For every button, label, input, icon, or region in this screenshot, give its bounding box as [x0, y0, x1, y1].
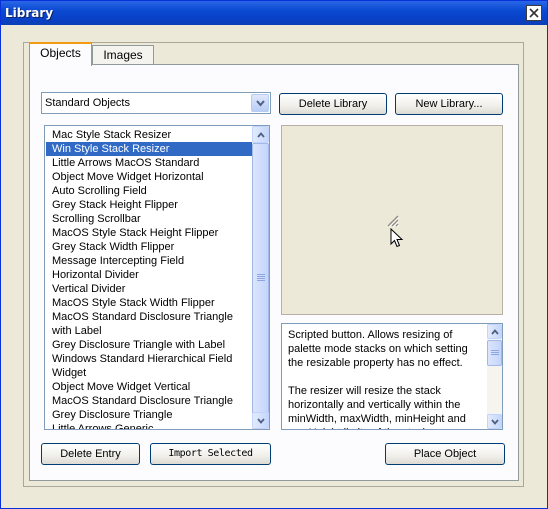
list-item[interactable]: Grey Disclosure Triangle — [46, 408, 253, 422]
list-item[interactable]: Scrolling Scrollbar — [46, 212, 253, 226]
list-item[interactable]: MacOS Style Stack Height Flipper — [46, 226, 253, 240]
close-icon — [529, 8, 539, 18]
scroll-down-arrow-icon — [257, 418, 265, 424]
scroll-up-arrow-icon — [257, 132, 265, 138]
close-button[interactable] — [526, 5, 542, 21]
scroll-down-arrow-icon — [491, 419, 499, 425]
list-item[interactable]: Object Move Widget Vertical — [46, 380, 253, 394]
mouse-pointer-icon — [390, 228, 404, 248]
chevron-down-icon — [256, 100, 265, 107]
category-dropdown-button[interactable] — [251, 94, 269, 112]
title-bar[interactable]: Library — [1, 1, 547, 25]
tab-images-label: Images — [103, 48, 143, 62]
list-item[interactable]: Grey Stack Height Flipper — [46, 198, 253, 212]
place-object-button[interactable]: Place Object — [385, 443, 505, 465]
list-item[interactable]: Auto Scrolling Field — [46, 184, 253, 198]
object-description-text: Scripted button. Allows resizing of pale… — [288, 329, 468, 429]
tab-objects-label: Objects — [40, 46, 81, 60]
scroll-up-arrow-icon — [491, 329, 499, 335]
object-list[interactable]: Mac Style Stack Resizer Win Style Stack R… — [44, 125, 270, 430]
list-item[interactable]: MacOS Standard Disclosure Triangle — [46, 394, 253, 408]
list-item[interactable]: MacOS Style Stack Width Flipper — [46, 296, 253, 310]
window-title: Library — [5, 6, 54, 20]
delete-library-button[interactable]: Delete Library — [279, 93, 387, 115]
list-item[interactable]: Vertical Divider — [46, 282, 253, 296]
description-scroll-down-button[interactable] — [487, 414, 502, 429]
scroll-thumb[interactable] — [252, 143, 269, 414]
list-item[interactable]: Widget — [46, 366, 253, 380]
list-item[interactable]: Horizontal Divider — [46, 268, 253, 282]
resize-grip-icon — [387, 215, 400, 228]
list-item[interactable]: Mac Style Stack Resizer — [46, 128, 253, 142]
delete-entry-button[interactable]: Delete Entry — [41, 443, 140, 465]
tab-objects[interactable]: Objects — [29, 42, 92, 66]
object-preview — [281, 125, 503, 315]
description-scroll-thumb[interactable] — [487, 340, 502, 366]
description-scrollbar[interactable] — [487, 324, 502, 429]
import-selected-button[interactable]: Import Selected — [150, 443, 271, 465]
list-item[interactable]: Grey Stack Width Flipper — [46, 240, 253, 254]
list-item[interactable]: Message Intercepting Field — [46, 254, 253, 268]
object-list-scrollbar[interactable] — [252, 126, 269, 429]
scroll-down-button[interactable] — [252, 412, 269, 429]
list-item[interactable]: Grey Disclosure Triangle with Label — [46, 338, 253, 352]
list-item[interactable]: Object Move Widget Horizontal — [46, 170, 253, 184]
list-item[interactable]: Win Style Stack Resizer — [46, 142, 253, 156]
list-item[interactable]: Little Arrows MacOS Standard — [46, 156, 253, 170]
category-select-value: Standard Objects — [45, 97, 130, 109]
scroll-up-button[interactable] — [252, 126, 269, 143]
tab-images[interactable]: Images — [92, 45, 154, 66]
description-scroll-up-button[interactable] — [487, 324, 502, 339]
category-select[interactable]: Standard Objects — [41, 92, 271, 114]
list-item[interactable]: Windows Standard Hierarchical Field — [46, 352, 253, 366]
object-list-items: Mac Style Stack Resizer Win Style Stack R… — [46, 128, 253, 429]
list-item[interactable]: with Label — [46, 324, 253, 338]
object-description[interactable]: Scripted button. Allows resizing of pale… — [281, 323, 503, 430]
new-library-button[interactable]: New Library... — [395, 93, 503, 115]
list-item[interactable]: Little Arrows Generic — [46, 422, 253, 429]
list-item[interactable]: MacOS Standard Disclosure Triangle — [46, 310, 253, 324]
